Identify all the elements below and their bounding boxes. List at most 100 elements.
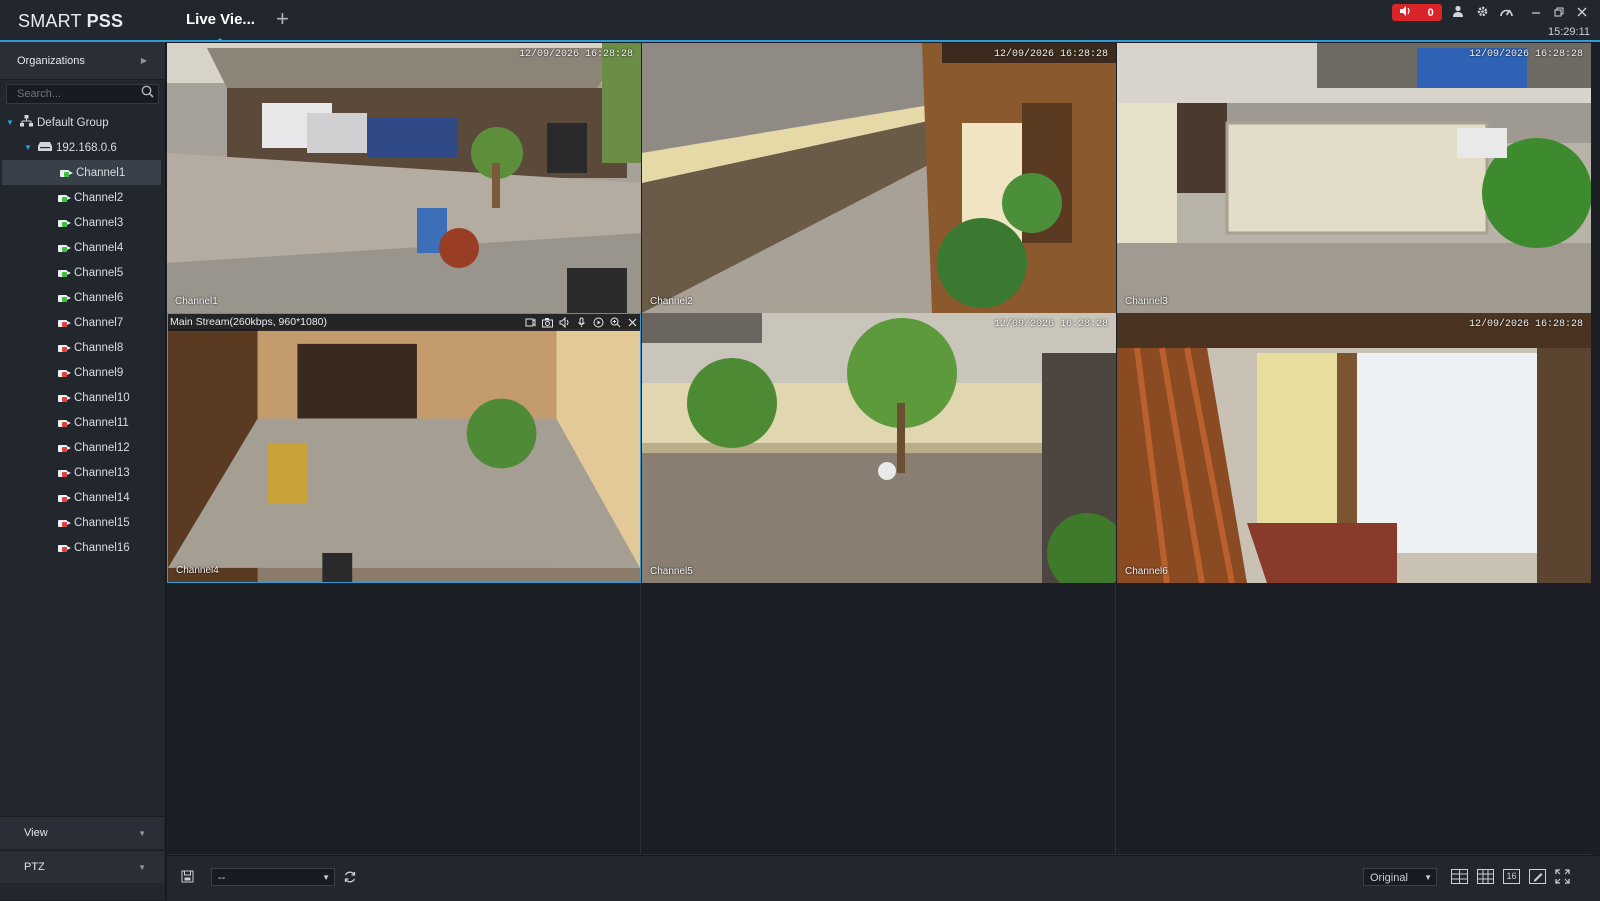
osd-timestamp: 12/09/2026 16:28:28 <box>1468 49 1583 60</box>
channel-item[interactable]: Channel4 <box>0 235 165 260</box>
camera-icon <box>58 244 71 252</box>
video-cell-3[interactable]: 12/09/2026 16:28:28 Channel3 <box>1117 43 1591 313</box>
stream-info-bar: Main Stream(260kbps, 960*1080) <box>168 314 640 331</box>
carport-camera-image <box>167 43 641 313</box>
channel-label: Channel6 <box>74 291 124 304</box>
user-icon[interactable] <box>1450 5 1466 21</box>
channel-item[interactable]: Channel8 <box>0 335 165 360</box>
video-cell-empty-9[interactable] <box>1117 584 1591 855</box>
channel-item[interactable]: Channel15 <box>0 510 165 535</box>
video-cell-5[interactable]: 12/09/2026 16:28:28 Channel5 <box>642 313 1116 583</box>
layout-16-button[interactable]: 16 <box>1503 869 1520 884</box>
channel-item[interactable]: Channel14 <box>0 485 165 510</box>
caret-down-icon: ▼ <box>322 873 330 882</box>
alarm-badge[interactable]: 0 <box>1392 4 1442 21</box>
tree-group-default[interactable]: ▼ Default Group <box>0 110 165 135</box>
video-cell-2[interactable]: 12/09/2026 16:28:28 Channel2 <box>642 43 1116 313</box>
title-bar: SMART PSS Live Vie... + 0 15:29:11 <box>0 0 1600 42</box>
bottom-toolbar: -- ▼ Original ▼ 16 <box>167 855 1600 901</box>
organizations-label: Organizations <box>17 54 85 67</box>
video-cell-4-selected[interactable]: Main Stream(260kbps, 960*1080) Channel4 <box>167 313 641 583</box>
channel-label: Channel5 <box>74 266 124 279</box>
active-tab-indicator <box>215 38 225 42</box>
channel-item[interactable]: Channel7 <box>0 310 165 335</box>
layout-9-icon[interactable] <box>1477 869 1494 884</box>
sidebar: Organizations ▶ ▼ Default Group ▼ 192.16… <box>0 42 166 900</box>
channel-item[interactable]: Channel1 <box>2 160 161 185</box>
close-icon[interactable] <box>627 317 638 328</box>
caret-down-icon[interactable]: ▼ <box>24 143 38 152</box>
porch-camera-image <box>168 314 640 582</box>
microphone-icon[interactable] <box>576 317 587 328</box>
video-cell-empty-8[interactable] <box>642 584 1116 855</box>
search-icon[interactable] <box>141 85 154 103</box>
channel-label: Channel11 <box>74 416 129 429</box>
save-view-icon[interactable] <box>179 870 195 886</box>
osd-channel-name: Channel6 <box>1125 566 1168 577</box>
yard-camera-image <box>642 313 1116 583</box>
record-icon[interactable] <box>525 317 536 328</box>
osd-timestamp: 12/09/2026 16:28:28 <box>993 319 1108 330</box>
camera-icon <box>58 419 71 427</box>
close-icon[interactable] <box>1574 5 1590 21</box>
osd-timestamp: 12/09/2026 16:28:28 <box>993 49 1108 60</box>
channel-item[interactable]: Channel16 <box>0 535 165 560</box>
tab-live-view[interactable]: Live Vie... <box>186 11 255 28</box>
audio-icon[interactable] <box>559 316 570 329</box>
camera-snapshot-icon[interactable] <box>542 317 553 328</box>
camera-icon <box>58 344 71 352</box>
chevron-down-icon: ▼ <box>138 862 146 872</box>
channel-label: Channel2 <box>74 191 124 204</box>
restore-icon[interactable] <box>1551 5 1567 21</box>
view-select[interactable]: -- ▼ <box>211 868 335 886</box>
view-panel-toggle[interactable]: View ▼ <box>0 816 164 849</box>
plus-icon[interactable]: + <box>276 8 289 30</box>
video-cell-6[interactable]: 12/09/2026 16:28:28 Channel6 <box>1117 313 1591 583</box>
caret-down-icon: ▼ <box>1424 873 1432 882</box>
channel-item[interactable]: Channel5 <box>0 260 165 285</box>
custom-layout-edit-icon[interactable] <box>1529 869 1546 884</box>
channel-label: Channel7 <box>74 316 124 329</box>
refresh-icon[interactable] <box>342 870 358 886</box>
caret-down-icon[interactable]: ▼ <box>6 118 20 127</box>
zoom-in-icon[interactable] <box>610 317 621 328</box>
video-cell-empty-7[interactable] <box>167 584 641 855</box>
channel-item[interactable]: Channel13 <box>0 460 165 485</box>
channel-item[interactable]: Channel9 <box>0 360 165 385</box>
osd-channel-name: Channel2 <box>650 296 693 307</box>
aspect-ratio-select[interactable]: Original ▼ <box>1363 868 1437 886</box>
tree-device[interactable]: ▼ 192.168.0.6 <box>0 135 165 160</box>
search-input[interactable] <box>15 87 139 101</box>
camera-icon <box>58 319 71 327</box>
camera-icon <box>58 194 71 202</box>
channel-item[interactable]: Channel2 <box>0 185 165 210</box>
playback-icon[interactable] <box>593 317 604 328</box>
ptz-label: PTZ <box>24 861 45 873</box>
channel-label: Channel3 <box>74 216 124 229</box>
osd-channel-name: Channel4 <box>176 565 219 576</box>
nvr-device-icon <box>38 141 52 154</box>
device-label: 192.168.0.6 <box>56 141 117 154</box>
view-label: View <box>24 827 48 839</box>
organizations-header[interactable]: Organizations ▶ <box>0 42 165 80</box>
channel-item[interactable]: Channel11 <box>0 410 165 435</box>
channel-label: Channel9 <box>74 366 124 379</box>
channel-item[interactable]: Channel3 <box>0 210 165 235</box>
fullscreen-icon[interactable] <box>1555 869 1572 884</box>
channel-item[interactable]: Channel6 <box>0 285 165 310</box>
gear-icon[interactable] <box>1474 5 1490 21</box>
channel-label: Channel10 <box>74 391 130 404</box>
ptz-panel-toggle[interactable]: PTZ ▼ <box>0 850 164 883</box>
channel-item[interactable]: Channel10 <box>0 385 165 410</box>
camera-icon <box>58 469 71 477</box>
channel-item[interactable]: Channel12 <box>0 435 165 460</box>
camera-icon <box>58 519 71 527</box>
video-cell-1[interactable]: 12/09/2026 16:28:28 Channel1 <box>167 43 641 313</box>
layout-4-icon[interactable] <box>1451 869 1468 884</box>
minimize-icon[interactable] <box>1528 5 1544 21</box>
camera-icon <box>58 369 71 377</box>
speedometer-icon[interactable] <box>1498 5 1514 21</box>
camera-icon <box>58 394 71 402</box>
osd-channel-name: Channel1 <box>175 296 218 307</box>
camera-icon <box>58 444 71 452</box>
